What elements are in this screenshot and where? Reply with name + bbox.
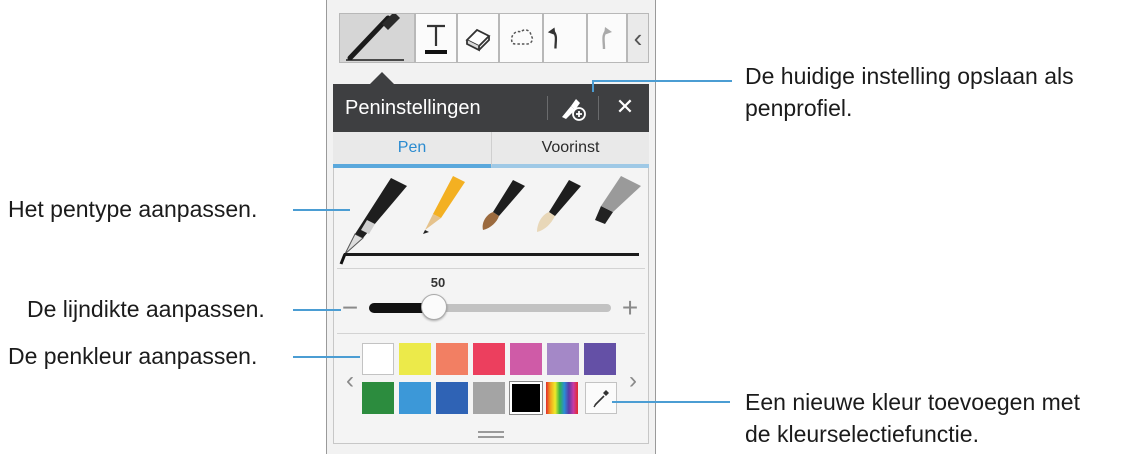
chevron-right-icon: ›	[629, 367, 637, 394]
tab-preset-label: Voorinst	[541, 139, 600, 156]
annotation-save-profile-line2: penprofiel.	[745, 95, 853, 121]
palette-next-button[interactable]: ›	[623, 366, 643, 396]
color-swatch[interactable]	[399, 382, 431, 414]
pen-add-icon	[562, 99, 586, 121]
brush-icon[interactable]	[482, 180, 525, 230]
annotation-line	[612, 401, 730, 403]
annotation-line	[293, 209, 350, 211]
thickness-decrease-button[interactable]: −	[338, 293, 362, 323]
pen-icon	[346, 14, 404, 61]
pencil-icon[interactable]	[423, 176, 465, 234]
text-tool-button[interactable]	[415, 13, 457, 63]
annotation-thickness: De lijndikte aanpassen.	[27, 296, 265, 322]
stroke-preview	[344, 253, 639, 256]
divider	[337, 333, 645, 334]
eyedropper-icon	[593, 390, 609, 408]
annotation-color-picker-line1: Een nieuwe kleur toevoegen met	[745, 389, 1080, 415]
divider	[337, 268, 645, 269]
marker-icon[interactable]	[595, 176, 641, 224]
palette-prev-button[interactable]: ‹	[340, 366, 360, 396]
color-swatch[interactable]	[399, 343, 431, 375]
undo-icon[interactable]	[544, 23, 586, 53]
close-button[interactable]: ✕	[610, 90, 640, 124]
color-picker-button[interactable]	[585, 382, 617, 414]
thickness-increase-button[interactable]: +	[617, 293, 643, 323]
color-swatch[interactable]	[362, 382, 394, 414]
lasso-icon	[510, 29, 534, 45]
close-icon: ✕	[615, 94, 635, 119]
thickness-value: 50	[430, 275, 446, 290]
toolbar: ‹	[339, 13, 659, 65]
popup-pointer	[370, 72, 394, 84]
tab-pen-label: Pen	[397, 139, 427, 156]
lasso-tool-button[interactable]	[499, 13, 543, 63]
annotation-line	[293, 356, 360, 358]
rainbow-color-swatch[interactable]	[546, 382, 578, 414]
color-swatch[interactable]	[436, 382, 468, 414]
chevron-left-icon: ‹	[633, 23, 643, 53]
redo-button[interactable]	[587, 13, 627, 63]
color-swatch[interactable]	[436, 343, 468, 375]
annotation-pen-type: Het pentype aanpassen.	[8, 196, 258, 222]
chevron-left-icon: ‹	[346, 367, 354, 394]
panel-resize-handle	[478, 436, 504, 438]
color-swatch[interactable]	[584, 343, 616, 375]
annotation-line	[592, 80, 732, 82]
calligraphy-brush-icon[interactable]	[537, 180, 581, 232]
panel-resize-handle[interactable]	[478, 431, 504, 433]
panel-title: Peninstellingen	[345, 97, 481, 119]
annotation-line	[293, 309, 341, 311]
ballpoint-pen-icon[interactable]	[339, 178, 407, 265]
color-swatch[interactable]	[362, 343, 394, 375]
annotation-color-picker-line2: de kleurselectiefunctie.	[745, 421, 979, 447]
redo-icon	[602, 27, 612, 50]
color-swatch[interactable]	[510, 343, 542, 375]
annotation-color: De penkleur aanpassen.	[8, 343, 258, 369]
undo-redo-group	[543, 13, 587, 63]
pen-tool-button[interactable]	[339, 13, 415, 63]
text-icon	[425, 24, 447, 54]
eraser-tool-button[interactable]	[457, 13, 499, 63]
tab-preset[interactable]: Voorinst	[491, 132, 649, 168]
color-swatch[interactable]	[547, 343, 579, 375]
eraser-icon	[465, 28, 491, 52]
annotation-save-profile-line1: De huidige instelling opslaan als	[745, 63, 1074, 89]
color-swatch[interactable]	[473, 382, 505, 414]
header-divider	[598, 96, 599, 120]
color-swatch[interactable]	[473, 343, 505, 375]
color-swatch[interactable]	[509, 381, 543, 415]
header-divider	[547, 96, 548, 120]
save-profile-button[interactable]	[556, 92, 588, 124]
collapse-toolbar-button[interactable]: ‹	[627, 13, 649, 63]
tab-pen[interactable]: Pen	[333, 132, 491, 168]
